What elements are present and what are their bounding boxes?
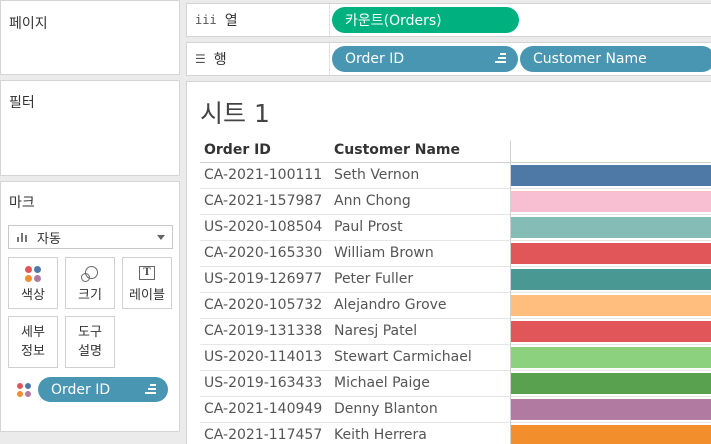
- table-row[interactable]: US-2020-114013 Stewart Carmichael: [200, 345, 711, 371]
- customer-name-cell[interactable]: Paul Prost: [334, 219, 403, 235]
- table-row[interactable]: CA-2021-157987 Ann Chong: [200, 189, 711, 215]
- tooltip-button-label: 도구 설명: [78, 325, 102, 359]
- table-row[interactable]: US-2019-163433 Michael Paige: [200, 371, 711, 397]
- bar-chart-icon: [17, 232, 29, 242]
- count-bar[interactable]: [511, 217, 711, 238]
- sheet-title: 시트 1: [200, 99, 270, 128]
- sort-icon: [145, 384, 156, 396]
- order-id-cell[interactable]: US-2019-126977: [204, 271, 322, 287]
- customer-name-cell[interactable]: Alejandro Grove: [334, 297, 447, 313]
- order-id-cell[interactable]: CA-2021-117457: [204, 427, 322, 443]
- table-row[interactable]: US-2020-108504 Paul Prost: [200, 215, 711, 241]
- filters-title: 필터: [9, 95, 35, 111]
- table-row[interactable]: CA-2020-165330 William Brown: [200, 241, 711, 267]
- count-bar[interactable]: [511, 425, 711, 444]
- color-button[interactable]: 색상: [8, 257, 58, 309]
- count-bar[interactable]: [511, 399, 711, 420]
- color-field-pill-label: Order ID: [51, 381, 111, 398]
- customer-name-pill-label: Customer Name: [533, 51, 647, 67]
- pages-card[interactable]: 페이지: [0, 0, 180, 75]
- order-id-cell[interactable]: US-2020-108504: [204, 219, 322, 235]
- customer-name-cell[interactable]: Peter Fuller: [334, 271, 413, 287]
- columns-shelf[interactable]: iii 열 카운트(Orders): [186, 3, 711, 37]
- customer-name-cell[interactable]: Denny Blanton: [334, 401, 438, 417]
- tooltip-button[interactable]: 도구 설명: [65, 316, 115, 368]
- size-button[interactable]: 크기: [65, 257, 115, 309]
- label-button[interactable]: T 레이블: [122, 257, 172, 309]
- customer-name-cell[interactable]: Michael Paige: [334, 375, 430, 391]
- table-row[interactable]: CA-2021-117457 Keith Herrera: [200, 423, 711, 444]
- order-id-cell[interactable]: CA-2021-140949: [204, 401, 322, 417]
- table-row[interactable]: CA-2019-131338 Naresj Patel: [200, 319, 711, 345]
- customer-name-cell[interactable]: Naresj Patel: [334, 323, 417, 339]
- columns-shelf-label: iii 열: [187, 4, 330, 36]
- count-orders-pill[interactable]: 카운트(Orders): [332, 7, 519, 33]
- count-bar[interactable]: [511, 321, 711, 342]
- rows-shelf-label: ☰ 행: [187, 43, 330, 75]
- order-id-cell[interactable]: CA-2020-165330: [204, 245, 322, 261]
- mark-type-value: 자동: [37, 231, 61, 247]
- order-id-cell[interactable]: CA-2019-131338: [204, 323, 322, 339]
- customer-name-cell[interactable]: William Brown: [334, 245, 434, 261]
- count-bar[interactable]: [511, 347, 711, 368]
- color-button-label: 색상: [21, 288, 45, 303]
- header-customer-name[interactable]: Customer Name: [334, 142, 460, 158]
- columns-label: 열: [224, 13, 238, 29]
- customer-name-cell[interactable]: Stewart Carmichael: [334, 349, 472, 365]
- marks-title: 마크: [9, 195, 35, 211]
- detail-button-label: 세부 정보: [21, 325, 45, 359]
- customer-name-cell[interactable]: Ann Chong: [334, 193, 411, 209]
- marks-card: 마크 자동 색상 크기 T 레이블 세부 정보 도구 설명 Order ID: [0, 181, 180, 432]
- customer-name-cell[interactable]: Keith Herrera: [334, 427, 427, 443]
- table-row[interactable]: CA-2021-100111 Seth Vernon: [200, 163, 711, 189]
- detail-button[interactable]: 세부 정보: [8, 316, 58, 368]
- order-id-pill[interactable]: Order ID: [332, 46, 518, 72]
- order-id-pill-label: Order ID: [345, 51, 405, 67]
- sort-icon: [495, 53, 506, 65]
- order-id-cell[interactable]: US-2020-114013: [204, 349, 322, 365]
- order-id-cell[interactable]: CA-2021-100111: [204, 167, 322, 183]
- customer-name-pill[interactable]: Customer Name: [520, 46, 711, 72]
- rows-shelf[interactable]: ☰ 행 Order ID Customer Name: [186, 42, 711, 76]
- order-id-cell[interactable]: CA-2021-157987: [204, 193, 322, 209]
- order-id-cell[interactable]: US-2019-163433: [204, 375, 322, 391]
- table-row[interactable]: US-2019-126977 Peter Fuller: [200, 267, 711, 293]
- table-row[interactable]: CA-2021-140949 Denny Blanton: [200, 397, 711, 423]
- order-id-cell[interactable]: CA-2020-105732: [204, 297, 322, 313]
- count-bar[interactable]: [511, 269, 711, 290]
- customer-name-cell[interactable]: Seth Vernon: [334, 167, 419, 183]
- worksheet-view: 시트 1 Order ID Customer Name CA-2021-1001…: [186, 81, 711, 444]
- size-icon: [81, 266, 99, 284]
- pages-title: 페이지: [9, 16, 48, 32]
- count-bar[interactable]: [511, 295, 711, 316]
- rows-label: 행: [213, 52, 227, 68]
- count-bar[interactable]: [511, 373, 711, 394]
- size-button-label: 크기: [78, 288, 102, 303]
- mark-type-dropdown[interactable]: 자동: [8, 225, 173, 249]
- header-order-id[interactable]: Order ID: [204, 142, 271, 158]
- label-icon: T: [139, 266, 155, 280]
- chevron-down-icon: [157, 235, 165, 240]
- label-button-label: 레이블: [129, 288, 165, 303]
- color-field-pill[interactable]: Order ID: [38, 377, 168, 402]
- count-bar[interactable]: [511, 165, 711, 186]
- table-row[interactable]: CA-2020-105732 Alejandro Grove: [200, 293, 711, 319]
- count-bar[interactable]: [511, 243, 711, 264]
- columns-icon: iii: [195, 13, 217, 27]
- axis-divider: [510, 141, 511, 444]
- color-icon: [25, 266, 41, 282]
- count-orders-pill-label: 카운트(Orders): [345, 13, 442, 29]
- color-field-icon: [17, 383, 33, 399]
- rows-icon: ☰: [195, 52, 206, 66]
- filters-card[interactable]: 필터: [0, 80, 180, 176]
- count-bar[interactable]: [511, 191, 711, 212]
